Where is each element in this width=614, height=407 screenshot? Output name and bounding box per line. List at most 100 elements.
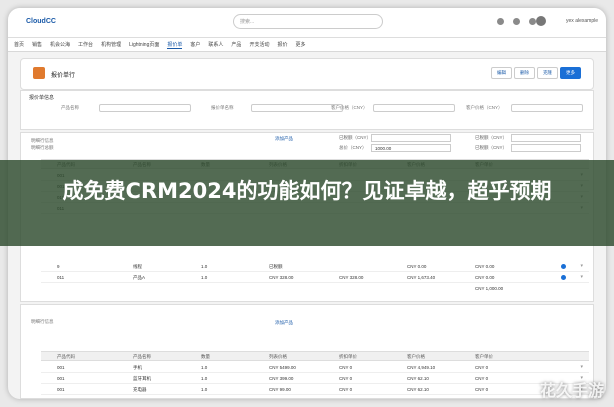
record-type-icon <box>33 67 45 79</box>
user-name[interactable]: yex alexample <box>566 18 598 24</box>
nav-item[interactable]: 工作台 <box>78 41 93 48</box>
cell: 1.0 <box>201 264 208 269</box>
delete-button[interactable]: 删除 <box>514 67 535 79</box>
add-product-button-2[interactable]: 添加产品 <box>275 320 293 326</box>
cell: 充电器 <box>133 387 147 392</box>
cell: CNY 62.10 <box>407 376 429 381</box>
cell: 蓝牙耳机 <box>133 376 151 381</box>
column-header[interactable]: 列表价格 <box>269 354 287 360</box>
nav-item[interactable]: 开支活动 <box>249 41 269 48</box>
top-icons <box>497 18 536 25</box>
title-banner: 成免费CRM2024的功能如何？见证卓越，超乎预期 <box>0 160 614 246</box>
more-button[interactable]: 更多 <box>560 67 581 79</box>
column-header[interactable]: 客户价格 <box>407 354 425 360</box>
summary-label: 已税额（CNY） <box>475 145 508 150</box>
edit-button[interactable]: 编辑 <box>491 67 512 79</box>
summary-label: 已税额（CNY） <box>339 135 372 140</box>
field-label: 客户价格（CNY） <box>331 105 368 110</box>
nav-item[interactable]: 报价 <box>277 41 287 48</box>
help-icon[interactable] <box>497 18 504 25</box>
cell: CNY 99.00 <box>269 387 291 392</box>
table-row[interactable]: 001 充电器 1.0 CNY 99.00 CNY 0 CNY 62.10 CN… <box>41 384 589 395</box>
cell: CNY 62.10 <box>407 387 429 392</box>
customer-price-field[interactable] <box>373 104 455 112</box>
column-header[interactable]: 客户单价 <box>475 354 493 360</box>
status-dot-icon <box>561 275 566 280</box>
section-title: 报价单信息 <box>29 95 55 101</box>
clone-button[interactable]: 克隆 <box>537 67 558 79</box>
subsection-title: 明细行总额 <box>31 145 54 150</box>
products-section-2: 明细行信息 添加产品 产品代码 产品名称 数量 列表价格 折扣单价 客户价格 客… <box>20 304 594 399</box>
nav-item-active[interactable]: 报价单 <box>167 41 183 49</box>
nav-item[interactable]: 机会公海 <box>50 41 70 48</box>
summary-label: 总价（CNY） <box>339 145 367 150</box>
column-header[interactable]: 折扣单价 <box>339 354 357 360</box>
settings-icon[interactable] <box>513 18 520 25</box>
nav-item[interactable]: 联系人 <box>208 41 223 48</box>
avatar[interactable] <box>536 16 546 26</box>
summary-value <box>511 144 581 152</box>
cell: CNY 0 <box>475 376 489 381</box>
summary-value <box>371 134 451 142</box>
field-label: 报价单名称 <box>211 105 234 110</box>
nav-item[interactable]: 销售 <box>32 41 42 48</box>
notification-icon[interactable] <box>529 18 536 25</box>
summary-value: 1000.00 <box>371 144 451 152</box>
cell: CNY 4,949.10 <box>407 365 436 370</box>
table-row[interactable]: 9 线程 1.0 已税额 CNY 0.00 CNY 0.00 ▾ <box>41 261 589 272</box>
product-name-field[interactable] <box>99 104 191 112</box>
nav-item[interactable]: 产品 <box>231 41 241 48</box>
cell: CNY 0 <box>475 365 489 370</box>
row-menu-icon[interactable]: ▾ <box>580 274 583 280</box>
record-header: 报价单行 编辑 删除 克隆 更多 <box>20 58 594 90</box>
cell: 1.0 <box>201 376 208 381</box>
record-title: 报价单行 <box>51 73 76 79</box>
quote-name-field[interactable] <box>251 104 343 112</box>
table-row[interactable]: 001 蓝牙耳机 1.0 CNY 399.00 CNY 0 CNY 62.10 … <box>41 373 589 384</box>
cell: CNY 1,000.00 <box>475 286 504 291</box>
cell: 001 <box>57 365 65 370</box>
cell: 1.0 <box>201 275 208 280</box>
table-total-row: CNY 1,000.00 <box>41 283 589 294</box>
cell: 9 <box>57 264 60 269</box>
add-product-button[interactable]: 添加产品 <box>275 136 293 142</box>
subsection-title: 明细行信息 <box>31 138 54 143</box>
cell: 1.0 <box>201 365 208 370</box>
summary-value <box>511 134 581 142</box>
nav-item[interactable]: Lightning页面 <box>129 41 159 48</box>
cell: 已税额 <box>269 264 283 269</box>
cell: 001 <box>57 376 65 381</box>
nav-item[interactable]: 客户 <box>190 41 200 48</box>
cell: CNY 5499.00 <box>269 365 296 370</box>
nav-item[interactable]: 更多 <box>295 41 305 48</box>
cell: CNY 0 <box>339 365 353 370</box>
watermark: 花久手游 <box>539 381 604 400</box>
table-row[interactable]: 011 产品A 1.0 CNY 328.00 CNY 328.00 CNY 1,… <box>41 272 589 283</box>
customer-price-field-2[interactable] <box>511 104 583 112</box>
column-header[interactable]: 产品名称 <box>133 354 151 360</box>
field-label: 客户价格（CNY） <box>466 105 503 110</box>
cell: CNY 0.00 <box>407 264 427 269</box>
nav-item[interactable]: 机构管理 <box>101 41 121 48</box>
row-menu-icon[interactable]: ▾ <box>580 263 583 269</box>
cell: CNY 399.00 <box>269 376 294 381</box>
cell: CNY 0.00 <box>475 275 495 280</box>
subsection-title: 明细行信息 <box>31 319 54 324</box>
table-row[interactable]: 001 手机 1.0 CNY 5499.00 CNY 0 CNY 4,949.1… <box>41 362 589 373</box>
row-menu-icon[interactable]: ▾ <box>580 364 583 370</box>
cell: CNY 0 <box>339 387 353 392</box>
status-dot-icon <box>561 264 566 269</box>
nav-item[interactable]: 首页 <box>14 41 24 48</box>
column-header[interactable]: 数量 <box>201 354 210 360</box>
global-search-input[interactable]: 搜索... <box>233 14 383 29</box>
cell: CNY 1,673.40 <box>407 275 436 280</box>
cell: 线程 <box>133 264 142 269</box>
cell: 011 <box>57 275 65 280</box>
cell: CNY 328.00 <box>269 275 294 280</box>
summary-label: 已税额（CNY） <box>475 135 508 140</box>
cell: CNY 328.00 <box>339 275 364 280</box>
cell: CNY 0.00 <box>475 264 495 269</box>
cell: 产品A <box>133 275 146 280</box>
column-header[interactable]: 产品代码 <box>57 354 75 360</box>
app-logo[interactable]: CloudCC <box>26 18 56 25</box>
